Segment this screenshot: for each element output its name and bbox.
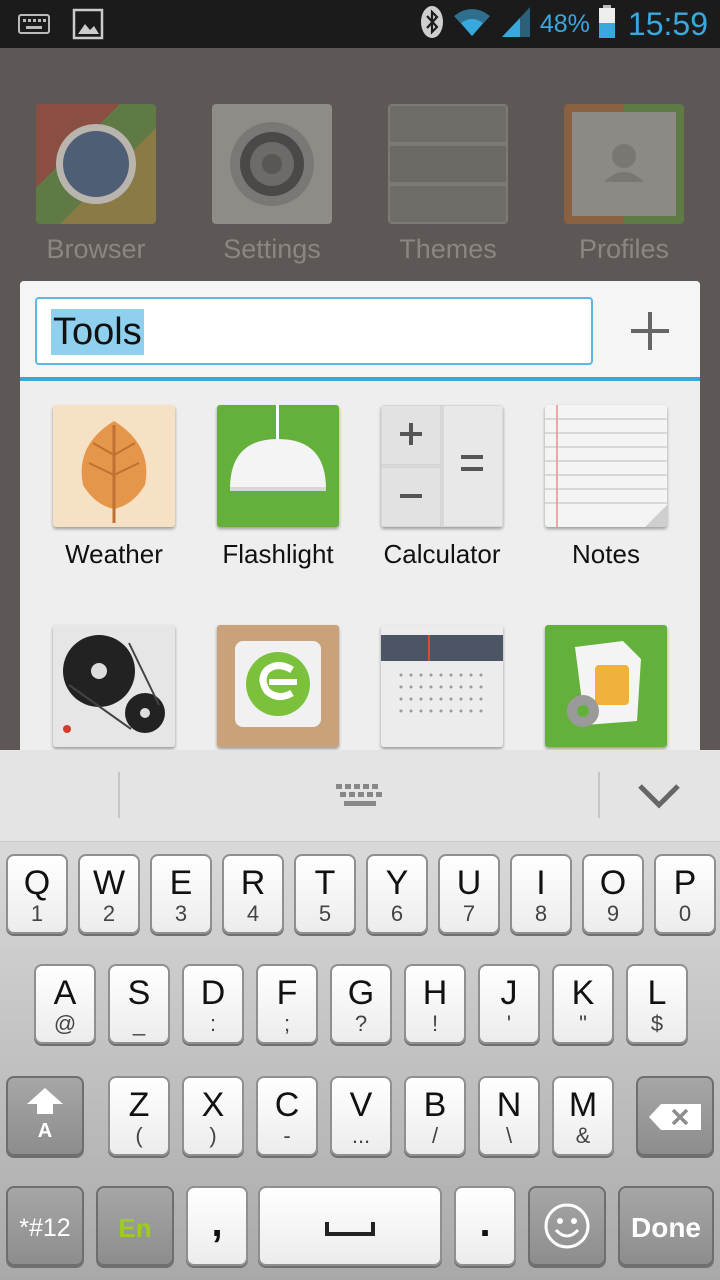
folder-header: Tools <box>20 281 700 381</box>
home-app-label: Settings <box>223 234 321 264</box>
key-x[interactable]: X) <box>182 1076 244 1156</box>
key-q[interactable]: Q1 <box>6 854 68 934</box>
key-j[interactable]: J ' <box>478 964 540 1044</box>
key-o[interactable]: O9 <box>582 854 644 934</box>
folder-app-calculator[interactable]: Calculator <box>360 405 524 570</box>
key-p[interactable]: P0 <box>654 854 716 934</box>
shift-key[interactable]: A <box>6 1076 84 1156</box>
keyboard-icon <box>18 14 50 39</box>
key-m[interactable]: M & <box>552 1076 614 1156</box>
symbols-label: *#12 <box>19 1214 71 1242</box>
folder-app-label: Flashlight <box>222 539 334 569</box>
key-a[interactable]: A @ <box>34 964 96 1044</box>
image-icon <box>72 8 104 45</box>
wifi-icon <box>452 6 492 43</box>
battery-icon <box>598 5 616 44</box>
folder-app-label: Notes <box>572 539 640 569</box>
key-w[interactable]: W2 <box>78 854 140 934</box>
plus-icon <box>631 312 669 350</box>
emoji-key[interactable] <box>528 1186 606 1266</box>
folder-app-sim-toolkit[interactable] <box>524 625 688 747</box>
period-label: . <box>479 1201 491 1245</box>
period-key[interactable]: . <box>454 1186 516 1266</box>
comma-key[interactable]: , <box>186 1186 248 1266</box>
browser-icon <box>36 104 156 224</box>
home-app-browser[interactable]: Browser <box>31 104 161 265</box>
sim-toolkit-icon <box>545 625 667 747</box>
toolbar-divider <box>118 772 120 818</box>
profiles-icon <box>564 104 684 224</box>
key-t[interactable]: T5 <box>294 854 356 934</box>
folder-app-notes[interactable]: Notes <box>524 405 688 570</box>
language-label: En <box>118 1213 152 1243</box>
add-app-button[interactable] <box>622 303 678 359</box>
home-app-label: Themes <box>399 234 497 264</box>
themes-icon <box>388 104 508 224</box>
home-app-label: Browser <box>46 234 146 264</box>
folder-app-connect[interactable] <box>196 625 360 747</box>
clock: 15:59 <box>627 6 708 42</box>
key-z[interactable]: Z( <box>108 1076 170 1156</box>
notes-icon <box>545 405 667 527</box>
weather-icon <box>53 405 175 527</box>
home-app-themes[interactable]: Themes <box>383 104 513 265</box>
calculator-icon <box>381 405 503 527</box>
backspace-key[interactable] <box>636 1076 714 1156</box>
key-e[interactable]: E3 <box>150 854 212 934</box>
key-v[interactable]: V... <box>330 1076 392 1156</box>
key-u[interactable]: U7 <box>438 854 500 934</box>
keyboard-icon[interactable] <box>334 782 386 815</box>
toolbar-divider <box>598 772 600 818</box>
battery-percent: 48% <box>539 10 590 38</box>
folder-app-flashlight[interactable]: Flashlight <box>196 405 360 570</box>
folder-app-recorder[interactable] <box>32 625 196 747</box>
bluetooth-icon <box>420 4 444 45</box>
shift-arrow-icon <box>27 1088 63 1114</box>
folder-app-label: Calculator <box>383 539 501 569</box>
keyboard-toolbar <box>0 750 720 842</box>
key-s[interactable]: S _ <box>108 964 170 1044</box>
connect-icon <box>217 625 339 747</box>
symbols-key[interactable]: *#12 <box>6 1186 84 1266</box>
space-key[interactable] <box>258 1186 442 1266</box>
flashlight-icon <box>217 405 339 527</box>
folder-panel: Tools Weather Flashlight Calculator Note… <box>20 281 700 750</box>
key-l[interactable]: L $ <box>626 964 688 1044</box>
key-c[interactable]: C- <box>256 1076 318 1156</box>
folder-name-text: Tools <box>51 309 144 355</box>
folder-app-weather[interactable]: Weather <box>32 405 196 570</box>
home-app-label: Profiles <box>578 234 670 264</box>
backspace-icon <box>649 1104 701 1130</box>
key-i[interactable]: I8 <box>510 854 572 934</box>
soft-keyboard: Q1 W2 E3 R4 T5 Y6 U7 I8 O9 P0 A @ S _ D: F… <box>0 842 720 1280</box>
key-n[interactable]: N \ <box>478 1076 540 1156</box>
folder-name-input[interactable]: Tools <box>35 297 593 365</box>
key-f[interactable]: F; <box>256 964 318 1044</box>
recorder-icon <box>53 625 175 747</box>
status-bar: 48% 15:59 <box>0 0 720 48</box>
settings-icon <box>212 104 332 224</box>
key-b[interactable]: B / <box>404 1076 466 1156</box>
home-app-settings[interactable]: Settings <box>207 104 337 265</box>
key-r[interactable]: R4 <box>222 854 284 934</box>
smiley-icon <box>544 1203 590 1249</box>
radio-icon <box>381 625 503 747</box>
folder-app-radio[interactable] <box>360 625 524 747</box>
done-key[interactable]: Done <box>618 1186 714 1266</box>
space-icon <box>325 1222 375 1236</box>
comma-label: , <box>211 1201 223 1245</box>
key-k[interactable]: K " <box>552 964 614 1044</box>
signal-icon <box>500 5 532 44</box>
done-label: Done <box>631 1212 701 1243</box>
home-app-profiles[interactable]: Profiles <box>559 104 689 265</box>
key-d[interactable]: D: <box>182 964 244 1044</box>
language-key[interactable]: En <box>96 1186 174 1266</box>
chevron-down-icon[interactable] <box>636 780 682 817</box>
shift-label: A <box>37 1120 53 1142</box>
key-y[interactable]: Y6 <box>366 854 428 934</box>
key-g[interactable]: G? <box>330 964 392 1044</box>
key-h[interactable]: H! <box>404 964 466 1044</box>
folder-app-label: Weather <box>65 539 163 569</box>
